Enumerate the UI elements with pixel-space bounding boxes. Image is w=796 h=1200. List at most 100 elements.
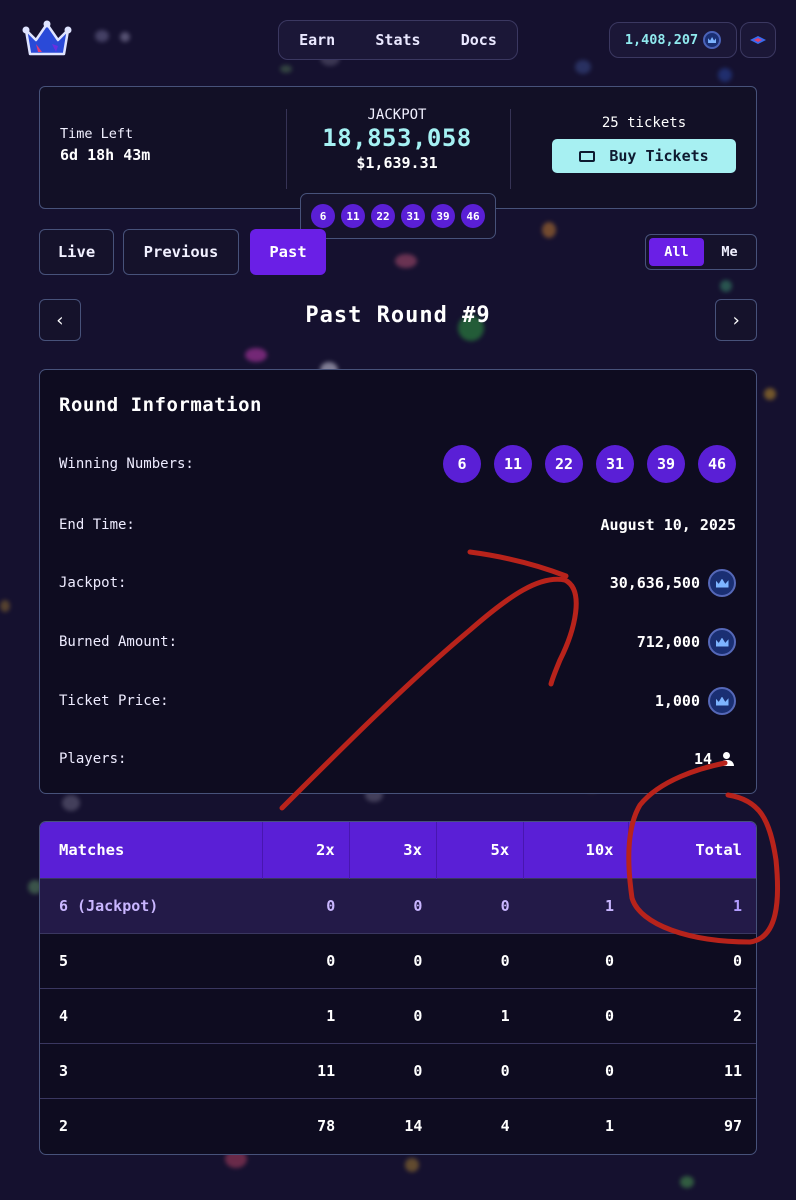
nav-docs[interactable]: Docs: [461, 31, 497, 49]
table-cell: 78: [262, 1097, 350, 1153]
token-coin-icon: [708, 569, 736, 597]
winning-numbers: 6 11 22 31 39 46: [443, 445, 736, 483]
header-3x: 3x: [348, 822, 437, 878]
table-cell: 4: [436, 1097, 524, 1153]
tab-previous[interactable]: Previous: [123, 229, 239, 275]
table-cell: 97: [628, 1097, 756, 1153]
next-round-button[interactable]: ›: [715, 299, 757, 341]
tab-live[interactable]: Live: [39, 229, 114, 275]
header-matches: Matches: [40, 822, 262, 878]
chevron-right-icon: ›: [730, 309, 742, 331]
table-cell: 2: [628, 987, 756, 1043]
winning-ball: 46: [698, 445, 736, 483]
ticket-price-row: Ticket Price: 1,000: [59, 686, 736, 716]
table-cell: 1: [262, 987, 350, 1043]
number-ball: 46: [461, 204, 485, 228]
header-total: Total: [627, 822, 756, 878]
table-cell: 0: [349, 987, 437, 1043]
table-cell: 0: [349, 932, 437, 988]
table-header-row: Matches 2x 3x 5x 10x Total: [40, 822, 756, 878]
table-cell: 0: [349, 877, 437, 933]
end-time-label: End Time:: [59, 517, 135, 533]
header-10x: 10x: [523, 822, 628, 878]
token-coin-icon: [708, 628, 736, 656]
filter-me[interactable]: Me: [706, 238, 753, 266]
buy-tickets-button[interactable]: Buy Tickets: [552, 139, 736, 173]
table-cell: 1: [436, 987, 524, 1043]
table-cell: 6 (Jackpot): [40, 877, 262, 933]
jackpot-label: JACKPOT: [367, 107, 427, 123]
round-information-card: Round Information Winning Numbers: 6 11 …: [39, 369, 757, 794]
time-left: Time Left 6d 18h 43m: [60, 126, 150, 164]
table-cell: 0: [349, 1042, 437, 1098]
header-2x: 2x: [261, 822, 350, 878]
time-left-label: Time Left: [60, 126, 134, 142]
table-row: 4 1 0 1 0 2: [40, 987, 756, 1043]
nav-stats[interactable]: Stats: [375, 31, 420, 49]
nav-earn[interactable]: Earn: [299, 31, 335, 49]
jackpot-amount: 18,853,058: [322, 124, 472, 152]
crown-logo-icon[interactable]: [22, 20, 72, 60]
people-icon: [720, 752, 736, 766]
burned-value: 712,000: [636, 633, 700, 651]
round-info-heading: Round Information: [59, 394, 262, 416]
jackpot-panel: Time Left 6d 18h 43m JACKPOT 18,853,058 …: [39, 86, 757, 209]
filter-all[interactable]: All: [649, 238, 704, 266]
number-ball: 6: [311, 204, 335, 228]
table-cell: 0: [628, 932, 756, 988]
winning-ball: 6: [443, 445, 481, 483]
jackpot-row: Jackpot: 30,636,500: [59, 568, 736, 598]
winning-ball: 11: [494, 445, 532, 483]
players-value: 14: [693, 750, 712, 768]
table-row: 5 0 0 0 0 0: [40, 932, 756, 988]
table-cell: 1: [523, 1097, 628, 1153]
ticket-price-value: 1,000: [654, 692, 700, 710]
table-row: 3 11 0 0 0 11: [40, 1042, 756, 1098]
prev-round-button[interactable]: ‹: [39, 299, 81, 341]
end-time-value: August 10, 2025: [600, 516, 736, 534]
matches-table: Matches 2x 3x 5x 10x Total 6 (Jackpot) 0…: [39, 821, 757, 1155]
players-label: Players:: [59, 751, 127, 767]
table-cell: 0: [436, 932, 524, 988]
table-cell: 1: [523, 877, 628, 933]
divider: [510, 109, 511, 189]
buy-tickets-label: Buy Tickets: [609, 147, 709, 165]
current-jackpot: JACKPOT 18,853,058 $1,639.31: [286, 107, 508, 172]
tickets-section: 25 tickets Buy Tickets: [546, 115, 742, 173]
table-cell: 11: [262, 1042, 350, 1098]
jackpot-label: Jackpot:: [59, 575, 127, 591]
winning-ball: 31: [596, 445, 634, 483]
table-cell: 2: [40, 1097, 262, 1153]
winning-ball: 22: [545, 445, 583, 483]
players-row: Players: 14: [59, 748, 736, 770]
table-cell: 1: [628, 877, 756, 933]
ticket-price-label: Ticket Price:: [59, 693, 169, 709]
balance-value: 1,408,207: [624, 32, 699, 48]
jackpot-usd: $1,639.31: [356, 154, 438, 172]
table-row: 6 (Jackpot) 0 0 0 1 1: [40, 877, 756, 933]
winning-ball: 39: [647, 445, 685, 483]
burned-label: Burned Amount:: [59, 634, 178, 650]
table-cell: 0: [523, 1042, 628, 1098]
table-cell: 5: [40, 932, 262, 988]
table-cell: 4: [40, 987, 262, 1043]
winning-numbers-label: Winning Numbers:: [59, 456, 194, 472]
token-balance[interactable]: 1,408,207: [609, 22, 737, 58]
number-ball: 11: [341, 204, 365, 228]
table-cell: 0: [523, 987, 628, 1043]
table-cell: 11: [628, 1042, 756, 1098]
table-cell: 0: [262, 932, 350, 988]
wallet-button[interactable]: [740, 22, 776, 58]
jackpot-value: 30,636,500: [609, 574, 700, 592]
tab-past[interactable]: Past: [250, 229, 326, 275]
table-cell: 0: [436, 1042, 524, 1098]
number-ball: 31: [401, 204, 425, 228]
round-title: Past Round #9: [305, 303, 491, 328]
table-cell: 0: [523, 932, 628, 988]
table-cell: 3: [40, 1042, 262, 1098]
wallet-icon: [750, 36, 766, 44]
number-ball: 39: [431, 204, 455, 228]
number-ball: 22: [371, 204, 395, 228]
token-coin-icon: [703, 31, 722, 49]
current-numbers-strip: 6 11 22 31 39 46: [300, 193, 496, 239]
